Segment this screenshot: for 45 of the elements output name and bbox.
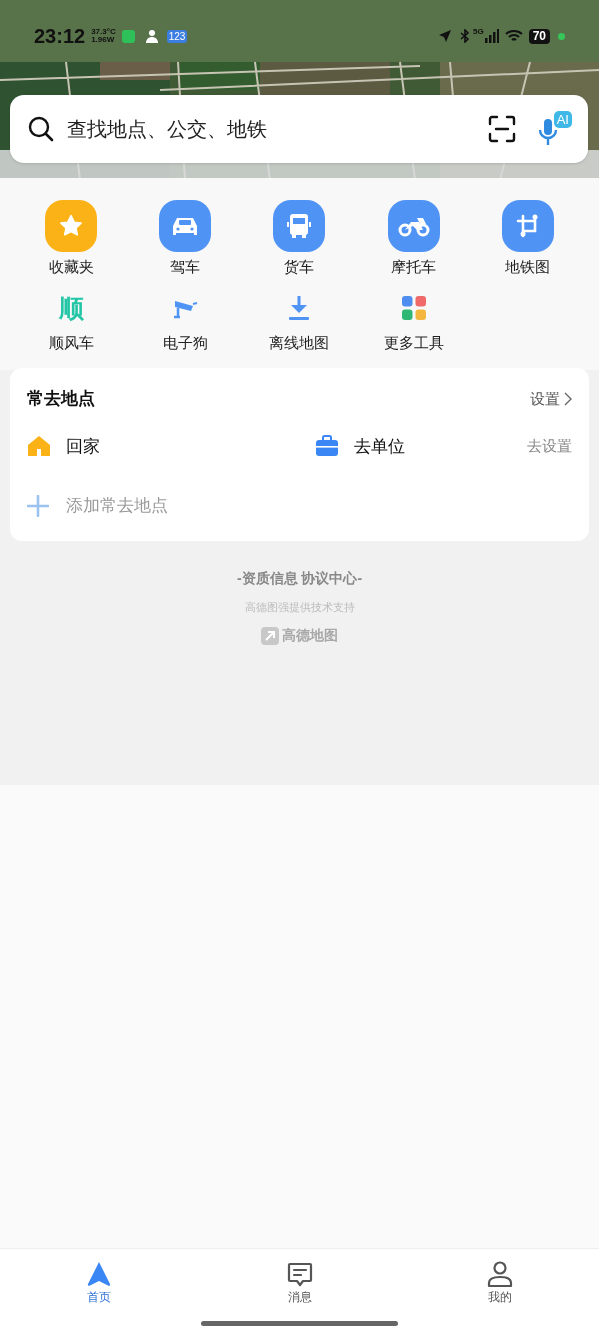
tool-label[interactable]: 顺风车 [48, 335, 94, 350]
truck-icon [286, 212, 313, 240]
network-type: 5G [472, 26, 484, 38]
person-notification-icon [144, 29, 159, 43]
wifi-icon [504, 29, 523, 43]
status-time: 23:12 [34, 26, 86, 46]
scan-icon[interactable] [488, 115, 516, 143]
search-icon [27, 115, 55, 143]
message-icon [285, 1260, 314, 1288]
chevron-right-icon [564, 391, 572, 406]
person-icon [486, 1260, 514, 1288]
plus-icon [27, 494, 49, 517]
tool-label[interactable]: 货车 [284, 259, 315, 274]
grid-icon [400, 295, 427, 321]
work-place[interactable]: 去单位 [315, 433, 527, 459]
signal-icon [484, 29, 499, 43]
nav-tab[interactable]: 我的 [460, 1260, 540, 1303]
briefcase-icon [315, 435, 339, 458]
house-icon [27, 435, 51, 458]
nav-tab[interactable]: 消息 [259, 1260, 340, 1303]
temperature-reading: 37.3°C [91, 28, 116, 36]
card-title: 常去地点 [27, 388, 95, 410]
home-place[interactable]: 回家 [27, 433, 315, 459]
tool-label[interactable]: 离线地图 [269, 335, 330, 350]
car-tile[interactable] [159, 200, 212, 252]
power-reading: 1.96W [91, 36, 116, 44]
location-icon [437, 29, 452, 43]
tool-label[interactable]: 收藏夹 [48, 259, 94, 274]
tool-label[interactable]: 更多工具 [383, 335, 444, 350]
search-field[interactable]: 查找地点、公交、地铁 [67, 114, 488, 144]
star-icon [58, 213, 85, 239]
settings-link[interactable]: 设置 [530, 387, 572, 410]
tool-label[interactable]: 地铁图 [505, 259, 551, 274]
set-up-link[interactable]: 去设置 [527, 435, 572, 458]
truck-tile[interactable] [273, 200, 326, 252]
nav-tab[interactable]: 首页 [59, 1260, 139, 1303]
subway-tile[interactable] [501, 200, 554, 252]
tool-label[interactable]: 摩托车 [391, 259, 437, 274]
navigation-arrow-icon [86, 1260, 112, 1288]
star-tile[interactable] [45, 200, 98, 252]
motorcycle-tile[interactable] [387, 200, 440, 252]
tool-label[interactable]: 电子狗 [162, 335, 208, 350]
bluetooth-icon [459, 29, 470, 43]
brand-logo: 高德地图 [261, 625, 338, 646]
tool-label[interactable]: 驾车 [170, 259, 201, 274]
